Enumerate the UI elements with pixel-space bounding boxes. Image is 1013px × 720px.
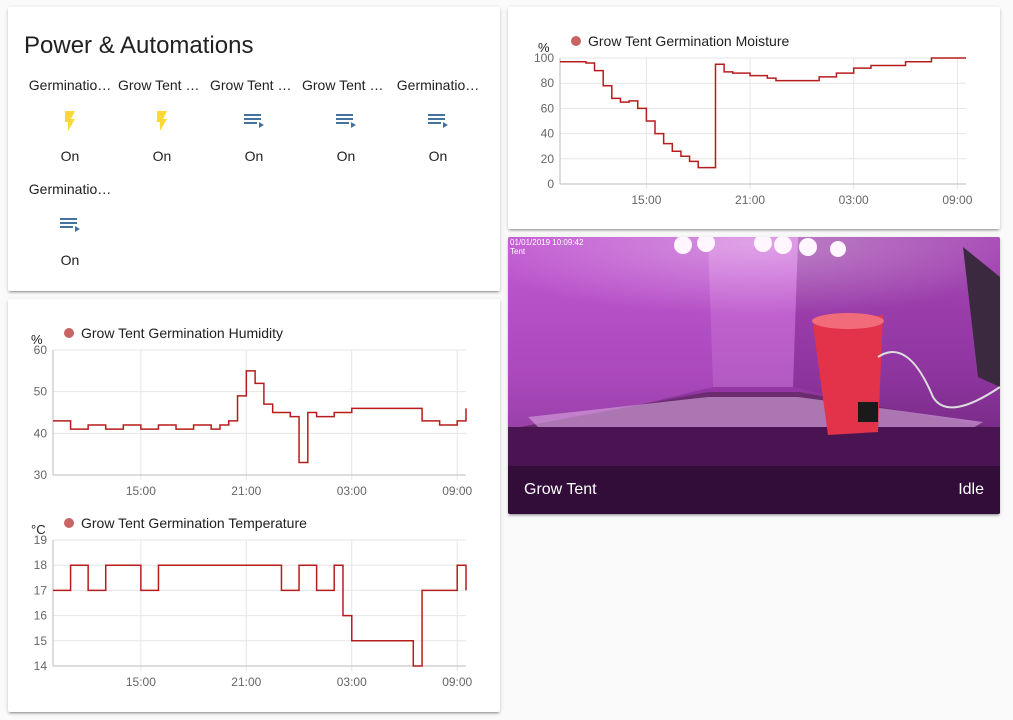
x-tick-label: 21:00 [231, 484, 261, 498]
camera-name: Grow Tent [524, 481, 597, 498]
y-tick-label: 17 [34, 583, 48, 597]
y-tick-label: 60 [34, 343, 48, 357]
x-tick-label: 21:00 [231, 675, 261, 689]
playlist-play-icon [336, 114, 356, 128]
x-tick-label: 15:00 [126, 484, 156, 498]
x-tick-label: 09:00 [942, 193, 972, 207]
entity-button[interactable]: Germinatio… On [24, 77, 116, 164]
entity-state: On [244, 148, 264, 164]
moisture-history-card: % Grow Tent Germination Moisture 0 20 40 60 80… [508, 7, 1000, 229]
y-tick-label: 40 [541, 127, 555, 141]
y-tick-label: 15 [34, 634, 48, 648]
legend-dot[interactable] [571, 36, 581, 46]
legend-label[interactable]: Grow Tent Germination Moisture [588, 33, 789, 49]
y-tick-label: 16 [34, 609, 48, 623]
entity-name: Grow Tent L… [210, 77, 300, 93]
playlist-play-icon [60, 218, 80, 232]
y-tick-label: 100 [534, 51, 554, 65]
entity-name: Germinatio… [28, 181, 112, 197]
entity-name: Grow Tent L… [118, 77, 208, 93]
entity-button[interactable]: Grow Tent L… On [208, 77, 300, 164]
x-tick-label: 15:00 [126, 675, 156, 689]
legend-label[interactable]: Grow Tent Germination Temperature [81, 515, 307, 531]
series-line[interactable] [53, 370, 467, 464]
camera-card[interactable]: 01/01/2019 10:09:42 Tent Grow Tent Idle [508, 237, 1000, 514]
entity-name: Germinatio… [28, 77, 112, 93]
y-tick-label: 60 [541, 101, 555, 115]
entity-state: On [60, 252, 80, 268]
camera-footer: Grow Tent Idle [508, 466, 1000, 514]
playlist-play-icon [428, 114, 448, 128]
entity-name: Germinatio… [396, 77, 480, 93]
entity-state: On [428, 148, 448, 164]
humidity-chart[interactable]: % Grow Tent Germination Humidity304050601… [8, 319, 500, 519]
flash-icon [157, 111, 167, 131]
x-tick-label: 09:00 [442, 484, 472, 498]
camera-overlay-timestamp: 01/01/2019 10:09:42 [510, 238, 584, 247]
camera-state: Idle [958, 481, 984, 498]
x-tick-label: 21:00 [735, 193, 765, 207]
legend-dot[interactable] [64, 328, 74, 338]
entity-button[interactable]: Germinatio… On [24, 181, 116, 268]
history-graph-card: % Grow Tent Germination Humidity 30 40 50 60 1… [8, 299, 500, 712]
y-tick-label: 80 [541, 76, 555, 90]
legend-dot[interactable] [64, 518, 74, 528]
legend-label[interactable]: Grow Tent Germination Humidity [81, 325, 283, 341]
temperature-chart[interactable]: °C Grow Tent Germination Temperature14151… [8, 509, 500, 709]
x-tick-label: 09:00 [442, 675, 472, 689]
entity-button[interactable]: Grow Tent L… On [300, 77, 392, 164]
y-tick-label: 18 [34, 558, 48, 572]
x-tick-label: 03:00 [337, 484, 367, 498]
flash-icon [65, 111, 75, 131]
y-tick-label: 19 [34, 533, 48, 547]
entity-state: On [60, 148, 80, 164]
y-tick-label: 20 [541, 152, 555, 166]
x-tick-label: 15:00 [631, 193, 661, 207]
card-title: Power & Automations [24, 32, 254, 59]
y-tick-label: 40 [34, 426, 48, 440]
playlist-play-icon [244, 114, 264, 128]
y-tick-label: 0 [547, 177, 554, 191]
y-tick-label: 50 [34, 385, 48, 399]
entity-button[interactable]: Grow Tent L… On [116, 77, 208, 164]
moisture-chart[interactable]: % Grow Tent Germination Moisture020406080… [508, 27, 1000, 229]
x-tick-label: 03:00 [337, 675, 367, 689]
x-tick-label: 03:00 [839, 193, 869, 207]
series-line[interactable] [560, 57, 966, 169]
y-tick-label: 30 [34, 468, 48, 482]
power-automations-card: Power & Automations Germinatio… On Grow Te… [8, 7, 500, 291]
entity-state: On [336, 148, 356, 164]
entity-name: Grow Tent L… [302, 77, 392, 93]
entity-state: On [152, 148, 172, 164]
camera-overlay-label: Tent [510, 247, 526, 256]
y-tick-label: 14 [34, 659, 48, 673]
entity-button[interactable]: Germinatio… On [392, 77, 484, 164]
